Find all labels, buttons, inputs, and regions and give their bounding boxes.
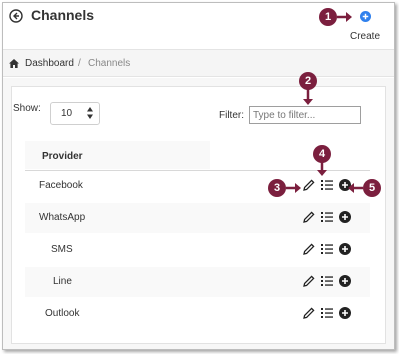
plus-circle-icon[interactable] <box>339 275 351 287</box>
breadcrumb-separator: / <box>78 58 81 69</box>
row-actions <box>303 211 351 225</box>
callout-arrow-5 <box>348 183 363 193</box>
table-row: Line <box>25 267 370 297</box>
list-icon[interactable] <box>321 211 333 223</box>
pencil-icon[interactable] <box>303 275 315 287</box>
row-actions <box>303 179 351 193</box>
callout-2: 2 <box>299 72 317 90</box>
table-row: Outlook <box>25 299 370 329</box>
callout-arrow-4 <box>317 162 327 176</box>
plus-circle-icon[interactable] <box>339 211 351 223</box>
pencil-icon[interactable] <box>303 307 315 319</box>
provider-name: WhatsApp <box>39 212 86 223</box>
channels-page: Channels Create Dashboard / Channels Sho… <box>2 2 395 350</box>
row-actions <box>303 307 351 321</box>
table-row: SMS <box>25 235 370 265</box>
callout-3: 3 <box>268 179 286 197</box>
list-icon[interactable] <box>321 179 333 191</box>
plus-circle-icon[interactable] <box>339 307 351 319</box>
filter-label: Filter: <box>219 110 244 121</box>
list-icon[interactable] <box>321 243 333 255</box>
page-size-value: 10 <box>61 108 73 119</box>
list-icon[interactable] <box>321 307 333 319</box>
table-row: WhatsApp <box>25 203 370 233</box>
callout-5: 5 <box>363 179 381 197</box>
row-actions <box>303 243 351 257</box>
provider-name: Outlook <box>45 308 80 319</box>
pencil-icon[interactable] <box>303 243 315 255</box>
callout-4: 4 <box>313 145 331 163</box>
add-circle-icon <box>359 11 371 22</box>
back-icon[interactable] <box>9 9 23 23</box>
provider-column-header[interactable]: Provider <box>25 141 210 169</box>
callout-arrow-3 <box>286 183 301 193</box>
home-icon <box>9 59 19 68</box>
plus-circle-icon[interactable] <box>339 243 351 255</box>
filter-input[interactable] <box>249 106 361 124</box>
list-icon[interactable] <box>321 275 333 287</box>
breadcrumb-dashboard-link[interactable]: Dashboard <box>25 58 74 69</box>
provider-name: Line <box>53 276 72 287</box>
breadcrumb: Dashboard / Channels <box>3 49 394 77</box>
page-title: Channels <box>31 7 95 23</box>
pencil-icon[interactable] <box>303 211 315 223</box>
show-label: Show: <box>13 103 41 114</box>
row-actions <box>303 275 351 289</box>
sort-updown-icon <box>87 107 93 119</box>
callout-arrow-2 <box>303 89 313 105</box>
breadcrumb-current: Channels <box>88 58 131 69</box>
callout-1: 1 <box>319 8 337 26</box>
page-header: Channels Create <box>3 3 394 45</box>
provider-name: Facebook <box>39 180 83 191</box>
create-label: Create <box>349 31 380 42</box>
provider-name: SMS <box>51 244 73 255</box>
callout-arrow-1 <box>337 12 352 22</box>
page-size-select[interactable]: 10 <box>50 102 100 125</box>
pencil-icon[interactable] <box>303 179 315 191</box>
